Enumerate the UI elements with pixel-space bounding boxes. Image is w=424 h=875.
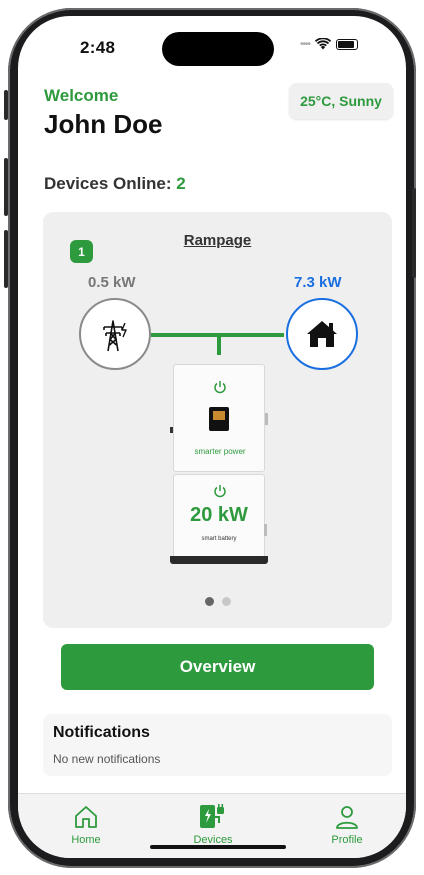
welcome-label: Welcome [44, 86, 119, 105]
weather-badge[interactable]: 25°C, Sunny [289, 83, 393, 119]
devices-online: Devices Online: 2 [44, 174, 186, 194]
tab-home[interactable]: Home [41, 804, 131, 846]
connector [170, 427, 173, 433]
battery-power-value: 20 kW [190, 504, 248, 526]
signal-icon: •••• [300, 38, 311, 50]
house-icon [307, 321, 337, 347]
device-card[interactable]: 1 Rampage 0.5 kW 7.3 kW smarter power 20… [43, 212, 392, 628]
ev-charger-icon [200, 804, 224, 828]
power-tower-icon [103, 320, 127, 352]
app-screen: 2:48 •••• Welcome John Doe 25°C, Sunny D… [18, 16, 406, 858]
inverter-unit: smarter power [170, 364, 268, 472]
status-icons: •••• [300, 38, 359, 50]
page-dot[interactable] [221, 597, 231, 606]
inverter-brand: smarter power [194, 447, 246, 456]
connector [265, 413, 268, 425]
home-power-value: 7.3 kW [294, 274, 342, 291]
tab-devices[interactable]: Devices [168, 804, 258, 846]
inverter-display [209, 407, 229, 431]
tab-profile-label: Profile [331, 834, 363, 846]
device-title[interactable]: Rampage [43, 232, 392, 249]
action-button [4, 90, 8, 120]
home-indicator [150, 845, 286, 849]
devices-online-count: 2 [176, 174, 186, 193]
status-time: 2:48 [80, 38, 116, 57]
house-icon [75, 806, 97, 828]
dynamic-island [162, 32, 274, 66]
volume-down-button [4, 230, 8, 288]
grid-node [79, 298, 151, 370]
power-button [412, 188, 416, 278]
overview-button[interactable]: Overview [61, 644, 374, 690]
wifi-icon [315, 38, 332, 50]
user-name: John Doe [44, 109, 163, 139]
status-bar: 2:48 •••• [18, 16, 406, 70]
notifications-message: No new notifications [53, 752, 161, 766]
power-flow-drop [217, 333, 221, 355]
home-node [286, 298, 358, 370]
notifications-panel: Notifications No new notifications [43, 714, 392, 776]
power-icon [214, 381, 226, 394]
tab-home-label: Home [71, 834, 101, 846]
inverter-battery-image: smarter power 20 kW smart battery [170, 364, 268, 564]
volume-up-button [4, 158, 8, 216]
battery-icon [336, 38, 359, 50]
battery-base [170, 556, 268, 564]
page-indicator[interactable] [43, 597, 392, 606]
page-dot-active[interactable] [204, 597, 214, 606]
tab-profile[interactable]: Profile [302, 804, 392, 846]
battery-label: smart battery [201, 536, 237, 542]
devices-online-label: Devices Online: [44, 174, 172, 193]
person-icon [336, 806, 358, 829]
connector [264, 524, 267, 536]
notifications-title: Notifications [53, 724, 150, 741]
grid-power-value: 0.5 kW [88, 274, 136, 291]
power-icon [214, 485, 226, 498]
